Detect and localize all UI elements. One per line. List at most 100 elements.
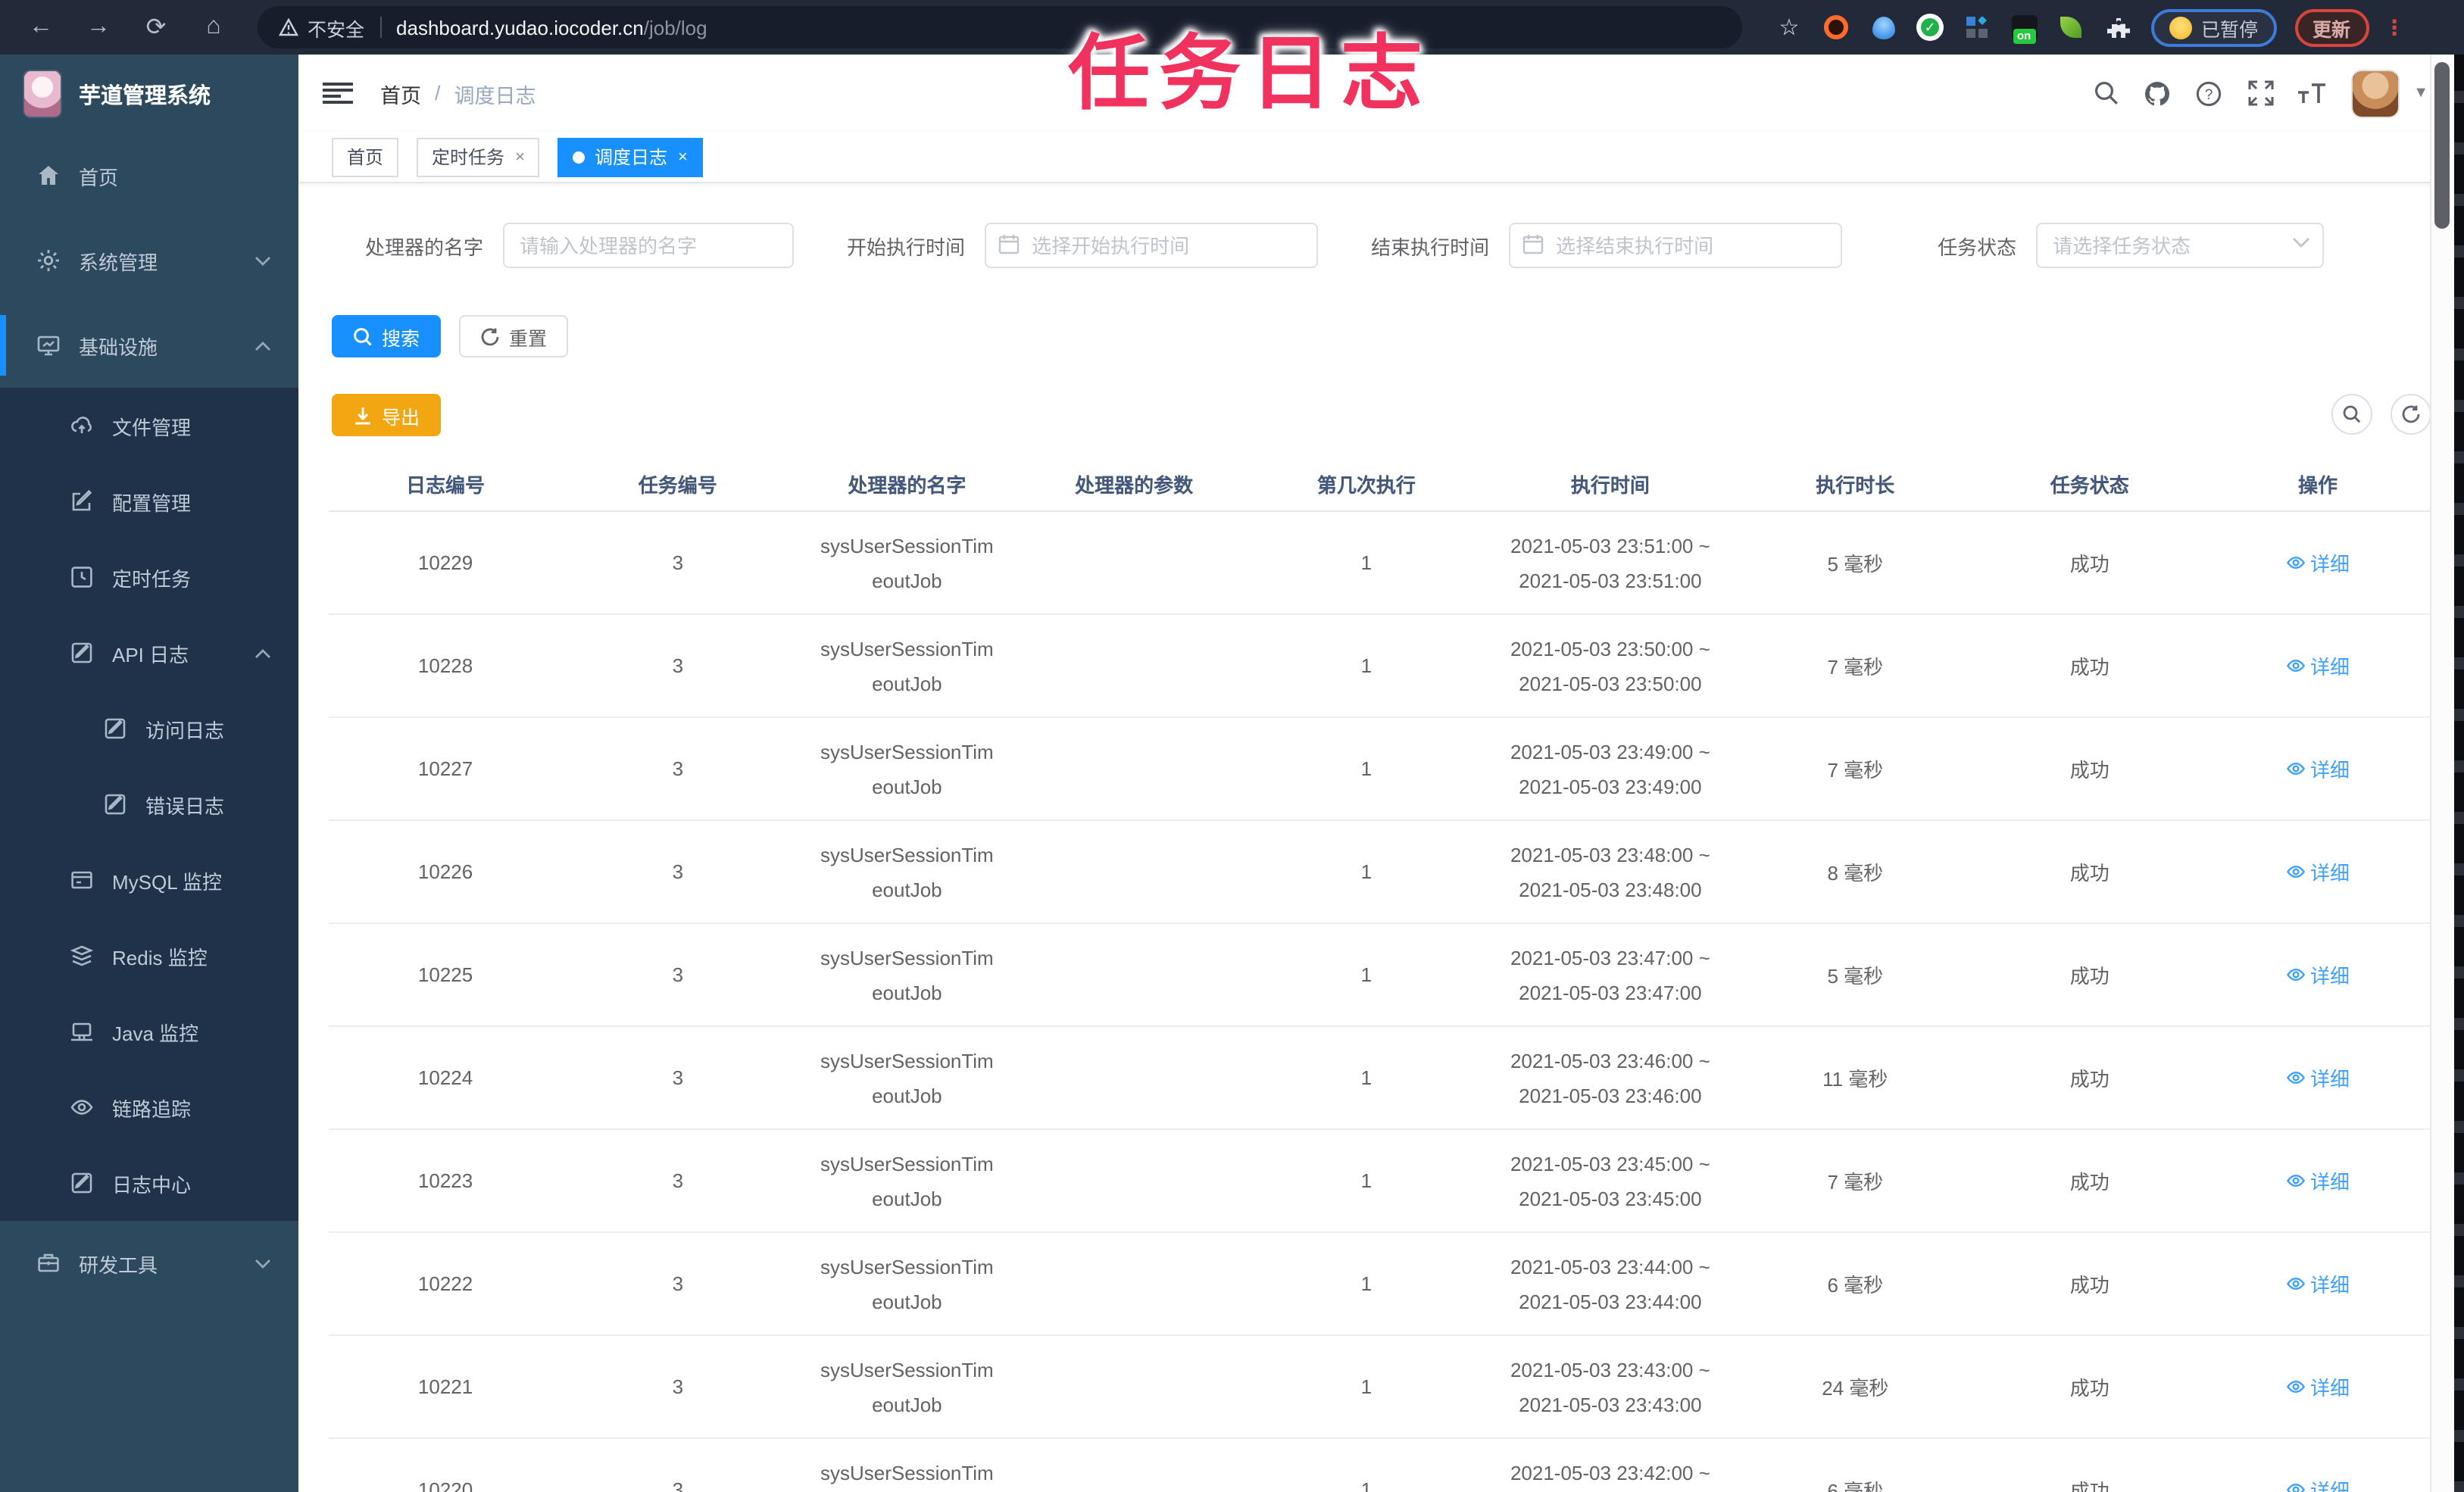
sidebar-menu: 首页 系统管理 基础设施 文件管理 配置管理 定时任务 API 日志 访问日志 错误日志 MySQ…: [0, 133, 298, 1492]
sidebar-item-log-center[interactable]: 日志中心: [0, 1145, 298, 1221]
sidebar-item-error-log[interactable]: 错误日志: [0, 766, 298, 842]
doc-icon: [70, 641, 94, 665]
cell-actions: 详细: [2204, 1438, 2431, 1492]
reset-button[interactable]: 重置: [459, 315, 569, 357]
sidebar-item-api-log[interactable]: API 日志: [0, 615, 298, 691]
detail-link-label: 详细: [2310, 759, 2350, 782]
help-icon[interactable]: ?: [2189, 73, 2228, 113]
extension-blue-drop-icon[interactable]: [1868, 12, 1898, 42]
scrollbar-thumb[interactable]: [2434, 62, 2450, 229]
extension-orange-icon[interactable]: [1821, 12, 1851, 42]
emoji-face-icon: [2169, 16, 2192, 39]
table-row: 10221 3 sysUserSessionTim eoutJob 1 2021-05-0…: [329, 1335, 2431, 1439]
bookmark-star-icon[interactable]: ☆: [1774, 12, 1804, 42]
browser-forward-icon[interactable]: →: [76, 8, 121, 47]
detail-link[interactable]: 详细: [2286, 1475, 2350, 1492]
doc-icon: [70, 1171, 94, 1195]
table-header-row: 日志编号 任务编号 处理器的名字 处理器的参数 第几次执行 执行时间 执行时长 任务状态 操作: [329, 457, 2431, 512]
column-header: 处理器的名字: [793, 457, 1021, 512]
start-time-input[interactable]: [985, 223, 1319, 268]
cell-handler-param: [1020, 820, 1248, 924]
eye-icon: [2286, 759, 2306, 779]
security-label[interactable]: 不安全: [308, 13, 364, 42]
cell-exec-time: 2021-05-03 23:43:00 ~2021-05-03 23:43:00: [1485, 1335, 1736, 1439]
sidebar-item-access-log[interactable]: 访问日志: [0, 691, 298, 766]
breadcrumb-separator: /: [435, 82, 441, 105]
handler-name-field: [503, 223, 795, 268]
cell-handler-name: sysUserSessionTimeoutJob: [793, 1335, 1021, 1439]
close-icon[interactable]: ×: [678, 148, 688, 166]
sidebar-item-java-monitor[interactable]: Java 监控: [0, 994, 298, 1069]
breadcrumb-home[interactable]: 首页: [380, 78, 421, 108]
task-status-input[interactable]: [2036, 223, 2325, 268]
chevron-down-icon[interactable]: ▼: [2413, 85, 2428, 101]
extension-green-check-icon[interactable]: ✓: [1915, 12, 1945, 42]
url-divider: [379, 17, 382, 38]
detail-link[interactable]: 详细: [2286, 960, 2350, 989]
sidebar-item-system-management[interactable]: 系统管理: [0, 218, 298, 303]
update-badge[interactable]: 更新: [2294, 8, 2369, 46]
tab-定时任务[interactable]: 定时任务 ×: [417, 137, 540, 176]
detail-link[interactable]: 详细: [2286, 1166, 2350, 1195]
log-table: 日志编号 任务编号 处理器的名字 处理器的参数 第几次执行 执行时间 执行时长 任务状态 操作 …: [329, 457, 2431, 1492]
browser-reload-icon[interactable]: ⟳: [133, 8, 179, 47]
detail-link[interactable]: 详细: [2286, 1372, 2350, 1401]
sidebar-item-mysql-monitor[interactable]: MySQL 监控: [0, 842, 298, 918]
annotation-title: 任务日志: [1068, 29, 1432, 120]
show-search-icon[interactable]: [2331, 394, 2372, 435]
end-time-input[interactable]: [1509, 223, 1843, 268]
fullscreen-icon[interactable]: [2241, 73, 2280, 113]
cell-duration: 7 毫秒: [1735, 717, 1975, 821]
cell-handler-name: sysUserSessionTimeoutJob: [793, 820, 1021, 924]
cell-handler-name: sysUserSessionTimeoutJob: [793, 1438, 1021, 1492]
sidebar-item-infrastructure[interactable]: 基础设施: [0, 303, 298, 388]
handler-name-input[interactable]: [503, 223, 795, 268]
extension-leaf-icon[interactable]: [2056, 12, 2086, 42]
detail-link[interactable]: 详细: [2286, 548, 2350, 577]
app-logo[interactable]: 芋道管理系统: [0, 55, 298, 133]
header-search-icon[interactable]: [2086, 73, 2125, 113]
sidebar-item-config-management[interactable]: 配置管理: [0, 464, 298, 539]
column-header: 日志编号: [329, 457, 563, 512]
detail-link[interactable]: 详细: [2286, 1063, 2350, 1092]
browser-menu-icon[interactable]: ⋮: [2384, 14, 2405, 40]
start-time-field: [985, 223, 1319, 268]
cell-duration: 11 毫秒: [1735, 1026, 1975, 1130]
sidebar-item-scheduled-tasks[interactable]: 定时任务: [0, 539, 298, 615]
table-row: 102203sysUserSessionTimeoutJob 12021-05-0…: [329, 1438, 2431, 1492]
sidebar-item-trace[interactable]: 链路追踪: [0, 1069, 298, 1145]
tab-首页[interactable]: 首页: [332, 137, 399, 176]
cell-log-id: 10222: [329, 1232, 563, 1336]
browser-back-icon[interactable]: ←: [18, 8, 64, 47]
detail-link[interactable]: 详细: [2286, 754, 2350, 783]
font-size-icon[interactable]: [2292, 73, 2331, 113]
extensions-puzzle-icon[interactable]: [2103, 12, 2133, 42]
detail-link[interactable]: 详细: [2286, 1269, 2350, 1298]
sidebar-item-redis-monitor[interactable]: Redis 监控: [0, 918, 298, 994]
cell-exec-time: 2021-05-03 23:51:00 ~2021-05-03 23:51:00: [1485, 511, 1736, 615]
browser-home-icon[interactable]: ⌂: [191, 8, 236, 47]
tab-调度日志[interactable]: 调度日志 ×: [557, 137, 703, 176]
github-icon[interactable]: [2138, 73, 2177, 113]
paused-badge[interactable]: 已暂停: [2151, 8, 2277, 46]
detail-link[interactable]: 详细: [2286, 651, 2350, 680]
hamburger-icon[interactable]: [323, 81, 353, 105]
window-edge: [2454, 0, 2464, 1492]
sidebar-item-file-management[interactable]: 文件管理: [0, 388, 298, 464]
detail-link[interactable]: 详细: [2286, 857, 2350, 886]
address-bar[interactable]: 不安全 dashboard.yudao.iocoder.cn /job/log: [258, 6, 1742, 48]
extension-grid-icon[interactable]: [1962, 12, 1992, 42]
sidebar-item-dev-tools[interactable]: 研发工具: [0, 1221, 298, 1306]
close-icon[interactable]: ×: [515, 148, 525, 166]
sidebar-item-home[interactable]: 首页: [0, 133, 298, 218]
tab-label: 定时任务: [432, 147, 505, 168]
cell-task-id: 3: [562, 1335, 794, 1439]
detail-link-label: 详细: [2310, 965, 2350, 988]
sidebar-item-label: 链路追踪: [112, 1097, 192, 1120]
user-avatar[interactable]: [2353, 70, 2399, 116]
search-button[interactable]: 搜索: [332, 315, 442, 357]
refresh-table-icon[interactable]: [2391, 394, 2431, 435]
export-button[interactable]: 导出: [332, 394, 442, 436]
extension-on-icon[interactable]: on: [2009, 12, 2039, 43]
page-scrollbar[interactable]: [2430, 55, 2454, 1492]
